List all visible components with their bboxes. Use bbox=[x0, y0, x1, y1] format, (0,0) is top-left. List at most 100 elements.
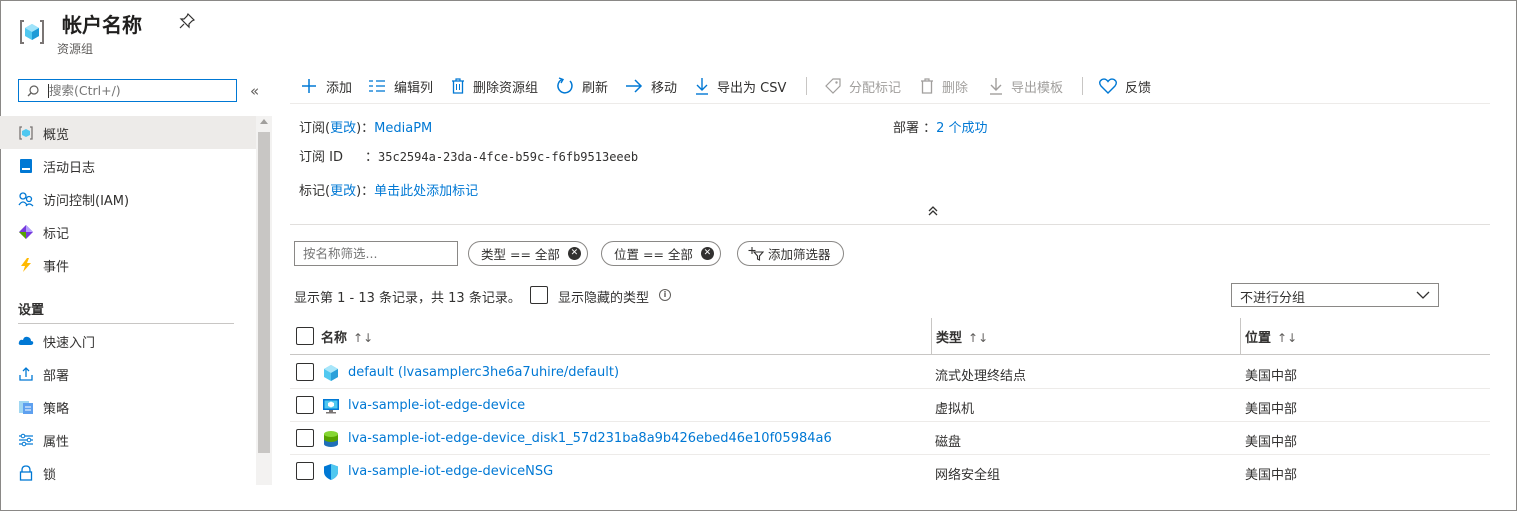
grouping-dropdown[interactable]: 不进行分组 bbox=[1231, 283, 1439, 307]
column-header-location[interactable]: 位置 ↑↓ bbox=[1245, 327, 1297, 346]
resource-location: 美国中部 bbox=[1245, 435, 1298, 450]
heart-icon bbox=[1099, 78, 1117, 94]
change-subscription-link[interactable]: 更改 bbox=[330, 121, 356, 136]
show-hidden-types-checkbox[interactable] bbox=[530, 286, 548, 304]
refresh-button[interactable]: 刷新 bbox=[556, 74, 608, 98]
column-header-type[interactable]: 类型 ↑↓ bbox=[936, 327, 988, 346]
location-filter-pill[interactable]: 位置 == 全部 ✕ bbox=[601, 241, 721, 266]
column-separator[interactable] bbox=[931, 318, 932, 354]
sidebar-item-tags[interactable]: 标记 bbox=[0, 215, 256, 248]
page-subtitle: 资源组 bbox=[57, 42, 94, 56]
subscription-label: 订阅( bbox=[299, 121, 331, 136]
subscription-id-row: 订阅 ID bbox=[299, 146, 343, 165]
column-header-name[interactable]: 名称 ↑↓ bbox=[321, 327, 373, 346]
resource-location: 美国中部 bbox=[1245, 402, 1298, 417]
add-button[interactable]: 添加 bbox=[300, 74, 352, 98]
export-template-button[interactable]: 导出模板 bbox=[989, 74, 1063, 98]
subscription-row: 订阅(更改)：MediaPM bbox=[299, 117, 432, 136]
subscription-link[interactable]: MediaPM bbox=[374, 121, 432, 136]
feedback-button[interactable]: 反馈 bbox=[1099, 74, 1151, 98]
delete-resource-group-button[interactable]: 删除资源组 bbox=[451, 74, 538, 98]
page-title: 帐户名称 bbox=[62, 13, 142, 37]
plus-icon bbox=[302, 79, 316, 93]
sort-icon[interactable]: ↑↓ bbox=[1277, 331, 1297, 345]
subscription-id-label: 订阅 ID bbox=[299, 150, 343, 165]
search-icon bbox=[27, 85, 39, 97]
delete-group-label: 删除资源组 bbox=[473, 80, 539, 96]
type-filter-label: 类型 == 全部 bbox=[481, 247, 560, 262]
sidebar-search-input[interactable] bbox=[49, 82, 229, 99]
add-filter-button[interactable]: 添加筛选器 bbox=[737, 241, 844, 266]
add-filter-icon bbox=[748, 246, 764, 261]
row-checkbox[interactable] bbox=[296, 396, 314, 414]
toolbar-separator bbox=[806, 77, 807, 95]
sort-icon[interactable]: ↑↓ bbox=[968, 331, 988, 345]
pin-icon[interactable] bbox=[179, 13, 195, 29]
sidebar-item-locks[interactable]: 锁 bbox=[0, 456, 256, 489]
arrow-right-icon bbox=[626, 79, 643, 93]
grouping-value: 不进行分组 bbox=[1240, 291, 1306, 306]
streaming-endpoint-icon bbox=[324, 365, 338, 381]
sidebar-item-quickstart[interactable]: 快速入门 bbox=[0, 324, 256, 357]
table-row[interactable]: lva-sample-iot-edge-deviceNSG 网络安全组 美国中部 bbox=[290, 455, 1490, 488]
row-checkbox[interactable] bbox=[296, 363, 314, 381]
resource-name-link[interactable]: default (lvasamplerc3he6a7uhire/default) bbox=[348, 365, 619, 380]
disk-icon bbox=[324, 431, 338, 447]
move-button[interactable]: 移动 bbox=[625, 74, 677, 98]
sidebar-scrollbar[interactable] bbox=[256, 116, 272, 485]
assign-tags-button[interactable]: 分配标记 bbox=[825, 74, 901, 98]
lightning-icon bbox=[21, 258, 31, 272]
scroll-up-icon[interactable] bbox=[260, 119, 268, 124]
type-filter-pill[interactable]: 类型 == 全部 ✕ bbox=[468, 241, 588, 266]
table-row[interactable]: lva-sample-iot-edge-device_disk1_57d231b… bbox=[290, 422, 1490, 455]
resource-name-link[interactable]: lva-sample-iot-edge-device bbox=[348, 398, 525, 413]
show-hidden-types-label: 显示隐藏的类型 bbox=[558, 291, 650, 306]
deployments-label: 部署 ： bbox=[893, 121, 937, 136]
resource-name-link[interactable]: lva-sample-iot-edge-device_disk1_57d231b… bbox=[348, 431, 832, 446]
export-template-label: 导出模板 bbox=[1011, 80, 1064, 96]
edit-columns-button[interactable]: 编辑列 bbox=[368, 74, 433, 98]
info-icon[interactable]: i bbox=[659, 289, 671, 301]
sidebar-item-properties[interactable]: 属性 bbox=[0, 423, 256, 456]
table-row[interactable]: lva-sample-iot-edge-device 虚拟机 美国中部 bbox=[290, 389, 1490, 422]
select-all-checkbox[interactable] bbox=[296, 327, 314, 345]
delete-button[interactable]: 删除 bbox=[920, 74, 968, 98]
sidebar-item-deployments[interactable]: 部署 bbox=[0, 357, 256, 390]
sort-icon[interactable]: ↑↓ bbox=[353, 331, 373, 345]
overview-icon bbox=[19, 126, 33, 140]
column-location-label: 位置 bbox=[1245, 331, 1272, 346]
sidebar-item-policies[interactable]: 策略 bbox=[0, 390, 256, 423]
sidebar-item-label: 部署 bbox=[43, 369, 70, 384]
collapse-sidebar-button[interactable]: « bbox=[250, 82, 259, 100]
sidebar-item-label: 标记 bbox=[43, 227, 70, 242]
column-name-label: 名称 bbox=[321, 331, 348, 346]
quickstart-cloud-icon bbox=[18, 336, 34, 345]
deployments-link[interactable]: 2 个成功 bbox=[936, 121, 987, 136]
sidebar-item-activity-log[interactable]: 活动日志 bbox=[0, 149, 256, 182]
resource-name-link[interactable]: lva-sample-iot-edge-deviceNSG bbox=[348, 464, 553, 479]
deployments-row: 部署 ：2 个成功 bbox=[893, 117, 988, 136]
column-separator[interactable] bbox=[1240, 318, 1241, 354]
scrollbar-thumb[interactable] bbox=[258, 132, 270, 453]
resource-group-icon bbox=[20, 20, 44, 44]
change-tags-link[interactable]: 更改 bbox=[330, 184, 356, 199]
sidebar-item-label: 访问控制(IAM) bbox=[43, 194, 130, 209]
resource-type: 网络安全组 bbox=[935, 468, 1001, 483]
collapse-essentials-icon[interactable] bbox=[926, 204, 940, 218]
sidebar-item-events[interactable]: 事件 bbox=[0, 248, 256, 281]
virtual-machine-icon bbox=[323, 399, 339, 414]
sidebar-item-label: 锁 bbox=[43, 468, 57, 483]
filter-by-name-input[interactable] bbox=[294, 241, 458, 266]
table-row[interactable]: default (lvasamplerc3he6a7uhire/default)… bbox=[290, 356, 1490, 389]
row-checkbox[interactable] bbox=[296, 462, 314, 480]
network-security-group-icon bbox=[324, 464, 338, 480]
sidebar-search-box[interactable] bbox=[18, 79, 237, 102]
remove-filter-icon[interactable]: ✕ bbox=[700, 247, 714, 260]
sidebar-item-overview[interactable]: 概览 bbox=[0, 116, 256, 149]
tags-suffix: )： bbox=[356, 184, 375, 199]
row-checkbox[interactable] bbox=[296, 429, 314, 447]
export-csv-button[interactable]: 导出为 CSV bbox=[695, 74, 786, 98]
add-tags-link[interactable]: 单击此处添加标记 bbox=[374, 184, 478, 199]
sidebar-item-access-control[interactable]: 访问控制(IAM) bbox=[0, 182, 256, 215]
remove-filter-icon[interactable]: ✕ bbox=[567, 247, 581, 260]
